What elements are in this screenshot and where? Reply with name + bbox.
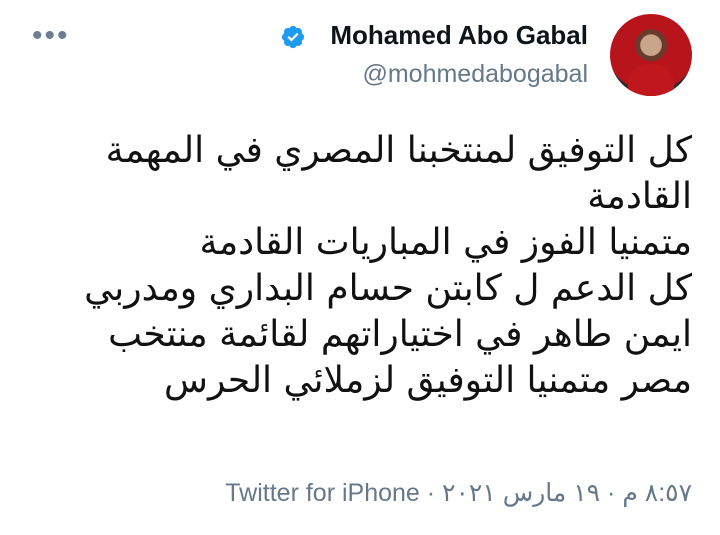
avatar[interactable] bbox=[610, 14, 692, 96]
tweet-line: متمنيا الفوز في المباريات القادمة bbox=[199, 222, 692, 263]
tweet-line: مصر متمنيا التوفيق لزملائي الحرس bbox=[164, 360, 692, 401]
verified-badge-icon bbox=[281, 25, 305, 49]
tweet-line: كل الدعم ل كابتن حسام البداري ومدربي bbox=[84, 268, 692, 309]
avatar-shirt bbox=[628, 64, 674, 96]
user-handle[interactable]: @mohmedabogabal bbox=[362, 60, 588, 89]
display-name[interactable]: Mohamed Abo Gabal bbox=[330, 20, 588, 51]
tweet-text: كل التوفيق لمنتخبنا المصري في المهمة الق… bbox=[52, 128, 692, 404]
tweet-header: ••• Mohamed Abo Gabal @mohmedabogabal bbox=[0, 0, 720, 110]
more-options-icon[interactable]: ••• bbox=[32, 21, 70, 51]
tweet-line: ايمن طاهر في اختياراتهم لقائمة منتخب bbox=[108, 314, 692, 355]
tweet-meta: ٨:٥٧ م · ١٩ مارس ٢٠٢١ · Twitter for iPho… bbox=[225, 479, 692, 507]
tweet-line: القادمة bbox=[587, 176, 692, 217]
tweet-line: كل التوفيق لمنتخبنا المصري في المهمة bbox=[105, 130, 692, 171]
